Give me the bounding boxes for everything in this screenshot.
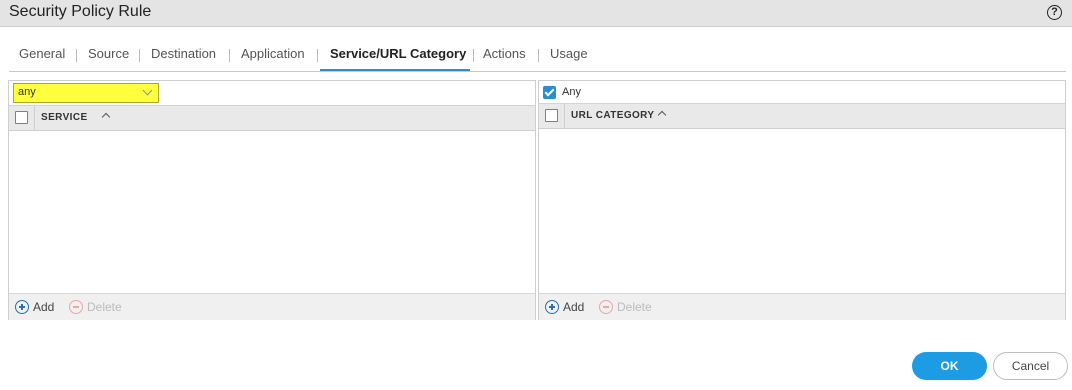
delete-label: Delete: [617, 300, 652, 314]
tab-divider: [229, 49, 230, 62]
tab-divider: [76, 49, 77, 62]
service-dropdown[interactable]: any: [13, 83, 159, 103]
column-divider: [34, 106, 35, 130]
any-url-checkbox[interactable]: [543, 86, 556, 99]
tab-general[interactable]: General: [19, 46, 65, 61]
dialog-titlebar: Security Policy Rule ?: [0, 0, 1072, 27]
tab-service-url-category[interactable]: Service/URL Category: [330, 46, 466, 61]
delete-label: Delete: [87, 300, 122, 314]
tab-actions[interactable]: Actions: [483, 46, 526, 61]
tab-application[interactable]: Application: [241, 46, 305, 61]
plus-circle-icon: [15, 300, 29, 314]
tab-usage[interactable]: Usage: [550, 46, 588, 61]
minus-circle-icon: [599, 300, 613, 314]
tab-bar: General Source Destination Application S…: [9, 44, 1066, 72]
column-divider: [564, 104, 565, 128]
url-grid-header: URL CATEGORY: [539, 103, 1065, 129]
tab-source[interactable]: Source: [88, 46, 129, 61]
any-url-label: Any: [562, 86, 581, 98]
tab-divider: [538, 49, 539, 62]
plus-circle-icon: [545, 300, 559, 314]
tab-divider: [317, 49, 318, 62]
sort-ascending-icon[interactable]: [101, 112, 111, 122]
cancel-button[interactable]: Cancel: [993, 352, 1068, 380]
service-footer: Add Delete: [9, 293, 535, 320]
active-tab-indicator: [320, 69, 470, 71]
select-all-services-checkbox[interactable]: [15, 111, 28, 124]
chevron-down-icon: [142, 85, 153, 96]
help-icon[interactable]: ?: [1047, 5, 1062, 20]
tab-destination[interactable]: Destination: [151, 46, 216, 61]
add-label: Add: [33, 300, 55, 314]
sort-ascending-icon[interactable]: [657, 110, 667, 120]
url-footer: Add Delete: [539, 293, 1065, 320]
tab-divider: [139, 49, 140, 62]
dialog-title: Security Policy Rule: [9, 3, 152, 20]
service-column-header[interactable]: SERVICE: [41, 112, 88, 123]
service-panel: any SERVICE Add Delete: [8, 80, 536, 320]
add-label: Add: [563, 300, 585, 314]
tab-divider: [473, 49, 474, 62]
select-all-url-checkbox[interactable]: [545, 109, 558, 122]
ok-button[interactable]: OK: [912, 352, 987, 380]
service-grid-header: SERVICE: [9, 105, 535, 131]
url-category-panel: Any URL CATEGORY Add Delete: [538, 80, 1066, 320]
url-category-column-header[interactable]: URL CATEGORY: [571, 110, 655, 121]
service-dropdown-value: any: [18, 86, 36, 98]
minus-circle-icon: [69, 300, 83, 314]
